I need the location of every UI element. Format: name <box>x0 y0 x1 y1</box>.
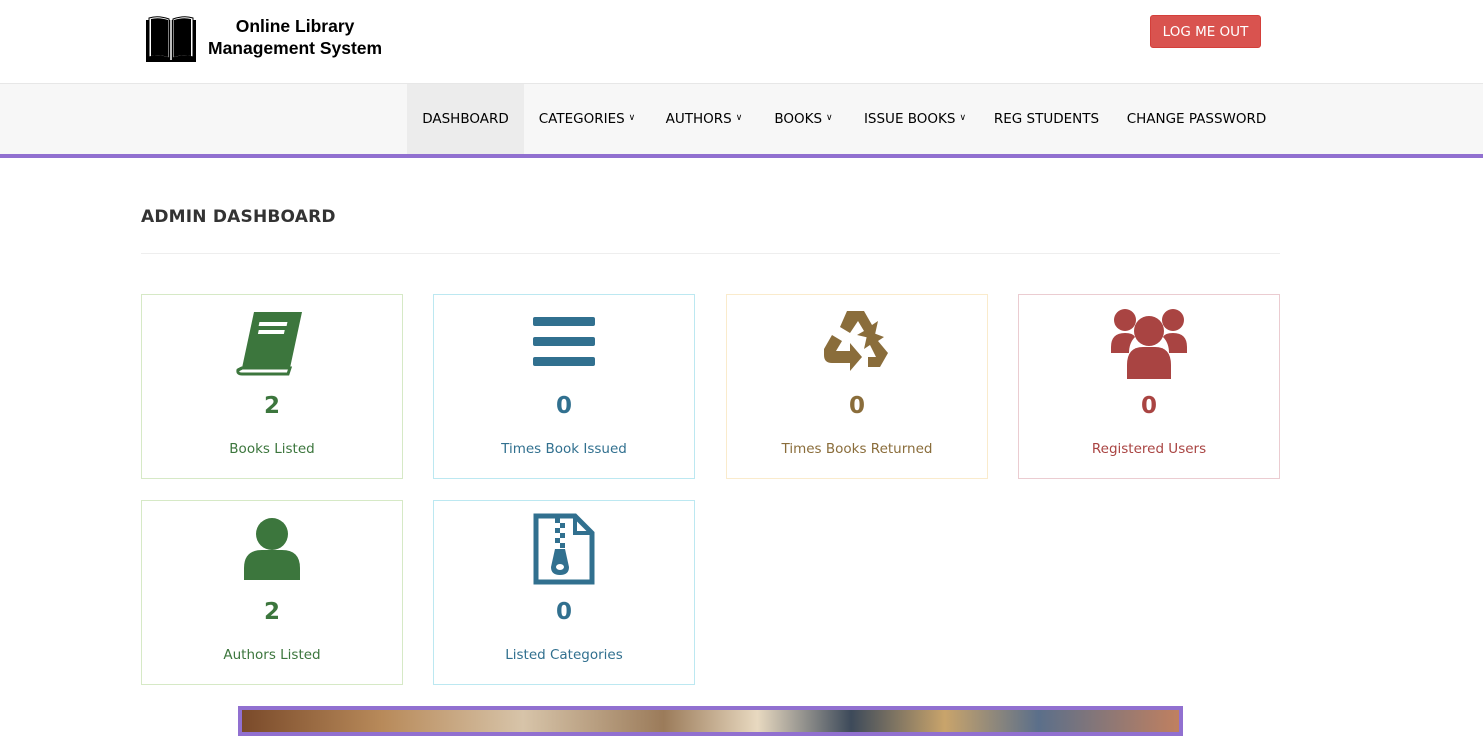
card-books-listed[interactable]: 2 Books Listed <box>141 294 403 479</box>
card-count: 0 <box>555 599 572 625</box>
card-count: 0 <box>555 393 572 419</box>
chevron-down-icon: ∨ <box>628 113 636 123</box>
card-label: Times Book Issued <box>501 441 627 457</box>
card-icon-wrap <box>142 513 402 585</box>
nav-change-password-label: CHANGE PASSWORD <box>1126 111 1267 127</box>
users-icon <box>1111 309 1187 379</box>
chevron-down-icon: ∨ <box>826 113 833 123</box>
card-registered-users[interactable]: 0 Registered Users <box>1018 294 1280 479</box>
user-icon <box>244 518 300 580</box>
book-icon <box>236 312 302 376</box>
nav-reg-students-label: REG STUDENTS <box>993 111 1100 127</box>
nav-issue-books-label: ISSUE BOOKS <box>863 111 956 127</box>
card-icon-wrap <box>434 513 694 585</box>
brand[interactable]: Online Library Management System <box>144 14 382 64</box>
nav-books[interactable]: BOOKS ∨ <box>758 84 849 154</box>
open-book-icon <box>146 16 196 62</box>
nav-dashboard-label: DASHBOARD <box>422 111 509 127</box>
card-label: Authors Listed <box>223 647 321 663</box>
card-authors-listed[interactable]: 2 Authors Listed <box>141 500 403 685</box>
header: Online Library Management System LOG ME … <box>0 0 1483 84</box>
brand-line-2: Management System <box>208 38 383 58</box>
brand-title: Online Library Management System <box>208 15 382 59</box>
card-icon-wrap <box>142 307 402 379</box>
card-listed-categories[interactable]: 0 Listed Categories <box>433 500 695 685</box>
divider <box>141 253 1280 254</box>
nav-dashboard[interactable]: DASHBOARD <box>407 84 524 154</box>
nav-authors-label: AUTHORS <box>665 111 732 127</box>
bars-icon <box>533 317 595 366</box>
nav-change-password[interactable]: CHANGE PASSWORD <box>1112 84 1281 154</box>
page-title: ADMIN DASHBOARD <box>141 207 336 227</box>
nav-issue-books[interactable]: ISSUE BOOKS ∨ <box>849 84 981 154</box>
nav-books-label: BOOKS <box>774 111 823 127</box>
brand-line-1: Online Library <box>235 16 355 36</box>
card-label: Times Books Returned <box>781 441 933 457</box>
chevron-down-icon: ∨ <box>959 113 967 123</box>
file-archive-icon <box>533 513 595 585</box>
card-count: 0 <box>1140 393 1157 419</box>
card-label: Listed Categories <box>505 647 623 663</box>
card-times-books-returned[interactable]: 0 Times Books Returned <box>726 294 988 479</box>
nav-reg-students[interactable]: REG STUDENTS <box>981 84 1112 154</box>
card-icon-wrap <box>1019 307 1279 379</box>
main-nav: DASHBOARD CATEGORIES ∨ AUTHORS ∨ BOOKS ∨… <box>0 84 1483 158</box>
nav-categories-label: CATEGORIES <box>538 111 625 127</box>
card-label: Books Listed <box>229 441 315 457</box>
card-icon-wrap <box>434 307 694 379</box>
card-count: 0 <box>848 393 865 419</box>
card-count: 2 <box>263 393 280 419</box>
logout-button[interactable]: LOG ME OUT <box>1150 15 1261 48</box>
nav-authors[interactable]: AUTHORS ∨ <box>650 84 758 154</box>
nav-categories[interactable]: CATEGORIES ∨ <box>524 84 650 154</box>
card-count: 2 <box>263 599 280 625</box>
card-label: Registered Users <box>1091 441 1207 457</box>
card-times-book-issued[interactable]: 0 Times Book Issued <box>433 294 695 479</box>
chevron-down-icon: ∨ <box>735 113 743 123</box>
card-icon-wrap <box>727 307 987 379</box>
recycle-icon <box>824 311 888 371</box>
library-banner-image <box>238 706 1183 736</box>
